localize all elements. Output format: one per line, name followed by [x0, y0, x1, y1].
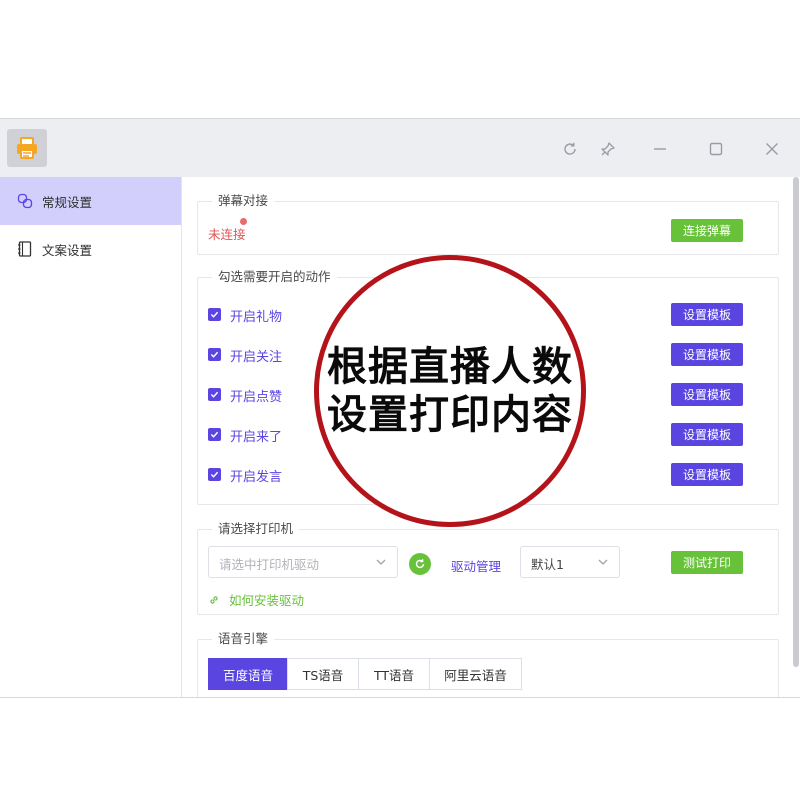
check-icon: [210, 471, 219, 478]
driver-manage-link[interactable]: 驱动管理: [451, 556, 501, 575]
sidebar: 常规设置 文案设置: [0, 177, 182, 697]
promo-line-1: 根据直播人数: [327, 344, 573, 390]
tab-aliyun-voice[interactable]: 阿里云语音: [429, 658, 522, 690]
close-icon: [766, 143, 778, 155]
refresh-window-button[interactable]: [559, 138, 581, 160]
check-icon: [210, 311, 219, 318]
set-template-button[interactable]: 设置模板: [671, 383, 743, 406]
refresh-drivers-button[interactable]: [409, 553, 431, 575]
help-link-label: 如何安装驱动: [229, 593, 305, 608]
minimize-icon: [654, 148, 666, 150]
actions-legend: 勾选需要开启的动作: [212, 269, 337, 285]
danmu-group: 弹幕对接 未连接 连接弹幕: [197, 193, 779, 255]
check-icon: [210, 351, 219, 358]
tab-baidu-voice[interactable]: 百度语音: [208, 658, 288, 690]
sidebar-item-label: 文案设置: [42, 242, 93, 258]
arrival-checkbox[interactable]: [208, 428, 221, 441]
follow-checkbox[interactable]: [208, 348, 221, 361]
action-label: 开启关注: [230, 350, 283, 365]
printer-legend: 请选择打印机: [212, 521, 300, 537]
test-print-button[interactable]: 测试打印: [671, 551, 743, 574]
action-label: 开启发言: [230, 470, 283, 485]
promo-overlay-circle: 根据直播人数 设置打印内容: [314, 255, 586, 527]
link-chain-icon: [210, 595, 218, 604]
check-icon: [210, 431, 219, 438]
set-template-button[interactable]: 设置模板: [671, 463, 743, 486]
chevron-down-icon: [598, 559, 608, 565]
set-template-button[interactable]: 设置模板: [671, 303, 743, 326]
title-bar: [0, 119, 800, 177]
like-checkbox[interactable]: [208, 388, 221, 401]
notebook-icon: [16, 240, 34, 258]
maximize-button[interactable]: [705, 138, 727, 160]
voice-legend: 语音引擎: [212, 631, 275, 647]
connect-danmu-button[interactable]: 连接弹幕: [671, 219, 743, 242]
danmu-legend: 弹幕对接: [212, 193, 275, 209]
gift-checkbox[interactable]: [208, 308, 221, 321]
sidebar-item-general-settings[interactable]: 常规设置: [0, 177, 181, 225]
minimize-button[interactable]: [649, 138, 671, 160]
action-label: 开启点赞: [230, 390, 283, 405]
pin-button[interactable]: [597, 138, 619, 160]
tab-ts-voice[interactable]: TS语音: [287, 658, 359, 690]
check-icon: [210, 391, 219, 398]
sidebar-item-label: 常规设置: [42, 194, 93, 210]
link-icon: [16, 192, 34, 210]
set-template-button[interactable]: 设置模板: [671, 343, 743, 366]
refresh-icon: [564, 142, 576, 155]
status-text: 未连接: [208, 227, 246, 242]
tab-tt-voice[interactable]: TT语音: [358, 658, 430, 690]
voice-engine-group: 语音引擎 百度语音 TS语音 TT语音 阿里云语音: [197, 631, 779, 697]
action-label: 开启礼物: [230, 310, 283, 325]
close-button[interactable]: [761, 138, 783, 160]
install-driver-help-link[interactable]: 如何安装驱动: [208, 590, 304, 609]
promo-line-2: 设置打印内容: [327, 392, 573, 438]
printer-logo-icon: [17, 137, 37, 159]
printer-group: 请选择打印机 请选中打印机驱动 驱动管理 默认1 测试打印 如何安装驱动: [197, 521, 779, 615]
printer-driver-placeholder: 请选中打印机驱动: [219, 557, 320, 572]
scrollbar[interactable]: [793, 177, 799, 667]
voice-tabs: 百度语音 TS语音 TT语音 阿里云语音: [208, 658, 522, 690]
app-logo: [7, 129, 47, 167]
default-printer-select[interactable]: 默认1: [520, 546, 620, 578]
sidebar-item-copy-settings[interactable]: 文案设置: [0, 225, 181, 273]
refresh-icon: [415, 559, 425, 569]
connection-status: 未连接: [208, 218, 247, 243]
pin-icon: [601, 142, 615, 156]
maximize-icon: [709, 142, 723, 156]
printer-driver-select[interactable]: 请选中打印机驱动: [208, 546, 398, 578]
set-template-button[interactable]: 设置模板: [671, 423, 743, 446]
status-dot: [240, 218, 247, 225]
comment-checkbox[interactable]: [208, 468, 221, 481]
chevron-down-icon: [376, 559, 386, 565]
default-printer-value: 默认1: [531, 557, 564, 572]
action-label: 开启来了: [230, 430, 283, 445]
